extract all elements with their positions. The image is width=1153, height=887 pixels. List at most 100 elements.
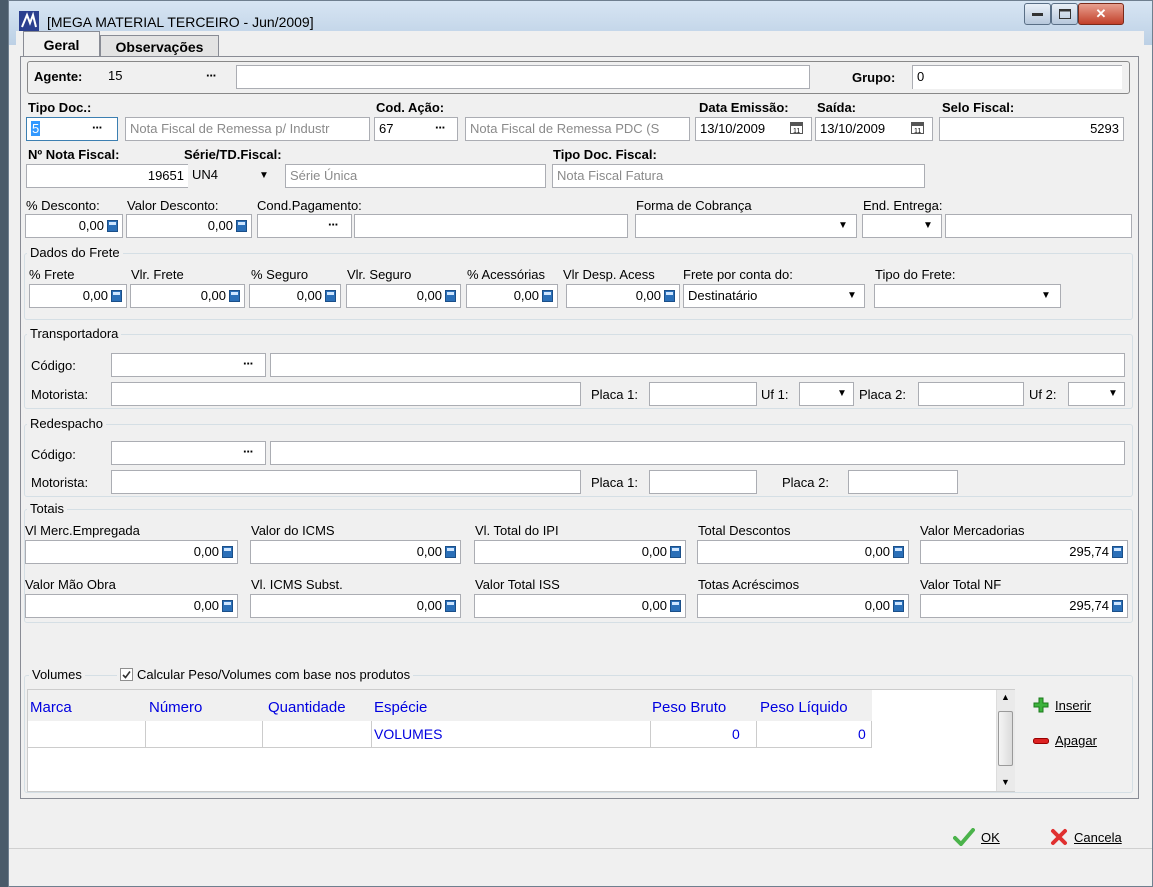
cancel-button[interactable]: Cancela xyxy=(1050,828,1122,846)
col-header-peso-bruto[interactable]: Peso Bruto xyxy=(652,699,726,716)
selo-fiscal-field[interactable]: 5293 xyxy=(939,117,1124,141)
vl-merc-value: 0,00 xyxy=(193,544,219,559)
scroll-thumb[interactable] xyxy=(998,711,1013,766)
minimize-button[interactable] xyxy=(1024,3,1051,25)
calendar-icon[interactable]: 11 xyxy=(790,122,803,134)
agente-label: Agente: xyxy=(34,69,83,84)
calculator-icon[interactable] xyxy=(1112,545,1123,558)
tab-observacoes[interactable]: Observações xyxy=(100,35,219,57)
chevron-down-icon[interactable]: ▼ xyxy=(1041,290,1051,301)
col-header-numero[interactable]: Número xyxy=(149,699,202,716)
vl-merc-field[interactable]: 0,00 xyxy=(25,540,238,564)
calc-volumes-checkbox-wrap[interactable]: Calcular Peso/Volumes com base nos produ… xyxy=(117,667,414,682)
calculator-icon[interactable] xyxy=(893,599,904,612)
calculator-icon[interactable] xyxy=(236,219,247,232)
redesp-placa1-field[interactable] xyxy=(649,470,757,494)
calculator-icon[interactable] xyxy=(1112,599,1123,612)
transp-lookup-button[interactable]: ··· xyxy=(243,356,254,371)
valor-total-nf-field[interactable]: 295,74 xyxy=(920,594,1128,618)
tipo-doc-lookup-button[interactable]: ··· xyxy=(92,120,103,135)
vlr-seguro-field[interactable]: 0,00 xyxy=(346,284,461,308)
calculator-icon[interactable] xyxy=(893,545,904,558)
calculator-icon[interactable] xyxy=(111,289,122,302)
tipo-frete-select[interactable] xyxy=(874,284,1061,308)
chevron-down-icon[interactable]: ▼ xyxy=(923,220,933,231)
iss-field[interactable]: 0,00 xyxy=(474,594,686,618)
cond-pagamento-lookup-button[interactable]: ··· xyxy=(328,217,339,232)
status-bar xyxy=(9,848,1152,881)
calculator-icon[interactable] xyxy=(445,289,456,302)
grupo-value: 0 xyxy=(917,69,925,84)
apagar-button[interactable]: Apagar xyxy=(1033,733,1097,748)
calculator-icon[interactable] xyxy=(542,289,553,302)
calendar-icon[interactable]: 11 xyxy=(911,122,924,134)
redesp-motorista-field[interactable] xyxy=(111,470,581,494)
tab-geral[interactable]: Geral xyxy=(23,31,100,57)
volumes-scrollbar[interactable]: ▲ ▼ xyxy=(996,690,1015,791)
svg-text:11: 11 xyxy=(914,128,921,134)
transp-placa2-field[interactable] xyxy=(918,382,1024,406)
totais-group: Totais Vl Merc.Empregada Valor do ICMS V… xyxy=(24,501,1133,623)
total-descontos-field[interactable]: 0,00 xyxy=(697,540,909,564)
close-button[interactable]: ✕ xyxy=(1078,3,1124,25)
calculator-icon[interactable] xyxy=(222,545,233,558)
pct-desconto-field[interactable]: 0,00 xyxy=(25,214,123,238)
col-header-marca[interactable]: Marca xyxy=(30,699,72,716)
chevron-down-icon[interactable]: ▼ xyxy=(1108,388,1118,399)
chevron-down-icon[interactable]: ▼ xyxy=(838,220,848,231)
col-header-quantidade[interactable]: Quantidade xyxy=(268,699,346,716)
iss-value: 0,00 xyxy=(641,598,667,613)
chevron-down-icon[interactable]: ▼ xyxy=(837,388,847,399)
calculator-icon[interactable] xyxy=(445,545,456,558)
chevron-down-icon[interactable]: ▼ xyxy=(259,170,269,181)
icms-subst-field[interactable]: 0,00 xyxy=(250,594,461,618)
calculator-icon[interactable] xyxy=(670,599,681,612)
calculator-icon[interactable] xyxy=(325,289,336,302)
plus-icon xyxy=(1033,697,1049,713)
calculator-icon[interactable] xyxy=(107,219,118,232)
calculator-icon[interactable] xyxy=(445,599,456,612)
grupo-field[interactable]: 0 xyxy=(912,65,1122,89)
scroll-up-icon[interactable]: ▲ xyxy=(1001,692,1010,702)
vlr-frete-field[interactable]: 0,00 xyxy=(130,284,245,308)
ok-button[interactable]: OK xyxy=(953,828,1000,846)
forma-cobranca-select[interactable] xyxy=(635,214,857,238)
redesp-placa2-field[interactable] xyxy=(848,470,958,494)
col-header-especie[interactable]: Espécie xyxy=(374,699,427,716)
tipo-doc-code-field[interactable]: 5 xyxy=(26,117,118,141)
inserir-button[interactable]: Inserir xyxy=(1033,697,1091,713)
pct-frete-field[interactable]: 0,00 xyxy=(29,284,127,308)
nota-fiscal-field[interactable]: 19651 xyxy=(26,164,188,188)
pct-acess-field[interactable]: 0,00 xyxy=(466,284,558,308)
agente-name-field[interactable] xyxy=(236,65,810,89)
icms-field[interactable]: 0,00 xyxy=(250,540,461,564)
valor-mercadorias-field[interactable]: 295,74 xyxy=(920,540,1128,564)
serie-code-value: UN4 xyxy=(192,167,219,182)
grid-divider xyxy=(871,721,872,747)
chevron-down-icon[interactable]: ▼ xyxy=(847,290,857,301)
frete-conta-select[interactable]: Destinatário xyxy=(683,284,865,308)
col-header-peso-liquido[interactable]: Peso Líquido xyxy=(760,699,848,716)
cod-acao-code-field[interactable]: 67 xyxy=(374,117,458,141)
calculator-icon[interactable] xyxy=(670,545,681,558)
calc-volumes-checkbox[interactable] xyxy=(120,668,133,681)
redesp-lookup-button[interactable]: ··· xyxy=(243,444,254,459)
mao-obra-field[interactable]: 0,00 xyxy=(25,594,238,618)
calculator-icon[interactable] xyxy=(222,599,233,612)
transp-placa1-field[interactable] xyxy=(649,382,757,406)
scroll-down-icon[interactable]: ▼ xyxy=(1001,777,1010,787)
volumes-grid[interactable]: Marca Número Quantidade Espécie Peso Bru… xyxy=(27,689,1015,792)
table-row[interactable]: VOLUMES 0 0 xyxy=(28,721,872,748)
valor-desconto-field[interactable]: 0,00 xyxy=(126,214,252,238)
transp-motorista-field[interactable] xyxy=(111,382,581,406)
calculator-icon[interactable] xyxy=(229,289,240,302)
calculator-icon[interactable] xyxy=(664,289,675,302)
pct-seguro-field[interactable]: 0,00 xyxy=(249,284,341,308)
acrescimos-field[interactable]: 0,00 xyxy=(697,594,909,618)
vlr-acess-field[interactable]: 0,00 xyxy=(566,284,680,308)
ipi-field[interactable]: 0,00 xyxy=(474,540,686,564)
cod-acao-lookup-button[interactable]: ··· xyxy=(435,120,446,135)
agente-lookup-button[interactable]: ··· xyxy=(206,68,217,83)
grid-divider xyxy=(756,721,757,747)
maximize-button[interactable] xyxy=(1051,3,1078,25)
